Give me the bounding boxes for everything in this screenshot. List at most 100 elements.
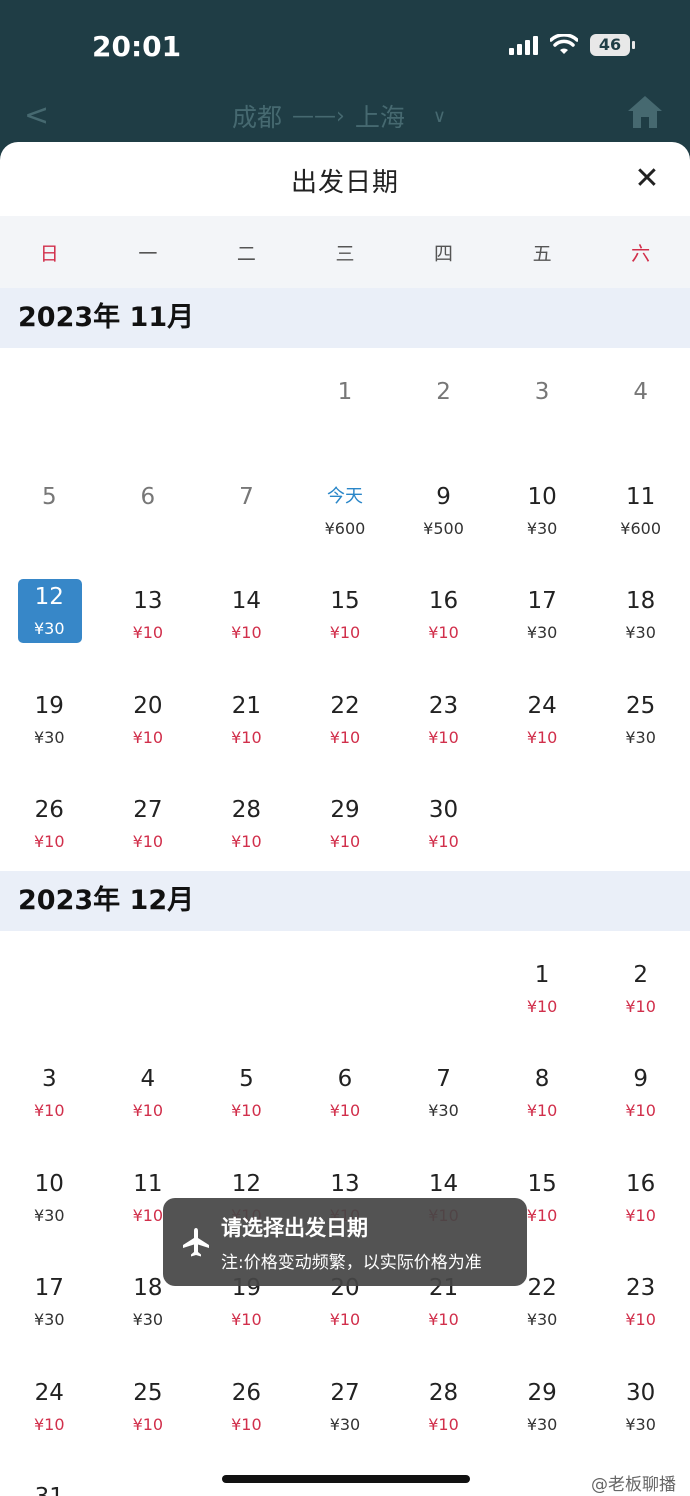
day-number: 31 xyxy=(0,1483,99,1496)
day-cell[interactable]: 8 ¥10 xyxy=(493,1035,592,1140)
day-cell[interactable]: 5 ¥10 xyxy=(197,1035,296,1140)
day-number: 25 xyxy=(626,692,656,719)
day-price: ¥10 xyxy=(231,1101,262,1120)
day-price: ¥10 xyxy=(526,996,558,1016)
day-cell[interactable]: 15 ¥10 xyxy=(296,557,395,662)
day-cell[interactable]: 6 ¥10 xyxy=(296,1035,395,1140)
empty-day-cell xyxy=(197,348,296,453)
day-cell[interactable]: 17 ¥30 xyxy=(0,1244,99,1349)
day-number: 7 xyxy=(436,1066,451,1092)
day-cell[interactable]: 3 ¥10 xyxy=(0,1035,99,1140)
back-button[interactable]: < xyxy=(24,98,49,133)
day-number: 5 xyxy=(41,483,57,510)
day-price: ¥10 xyxy=(231,623,262,642)
day-cell[interactable]: 20 ¥10 xyxy=(99,662,198,767)
chevron-down-icon: ∨ xyxy=(432,105,447,127)
today-cell[interactable]: 今天 ¥600 xyxy=(296,453,395,558)
home-icon[interactable] xyxy=(626,94,664,130)
day-price: ¥30 xyxy=(34,619,65,638)
day-cell[interactable]: 22 ¥10 xyxy=(296,662,395,767)
day-number: 3 xyxy=(534,379,550,405)
day-cell[interactable]: 30 ¥10 xyxy=(394,766,493,871)
day-number: 9 xyxy=(633,1066,648,1092)
day-number: 9 xyxy=(436,483,451,510)
day-price: ¥10 xyxy=(132,832,164,851)
day-price: ¥10 xyxy=(34,1414,65,1434)
weekday-label: 五 xyxy=(532,242,552,265)
day-cell[interactable]: 18 ¥30 xyxy=(591,557,690,662)
day-cell[interactable]: 26 ¥10 xyxy=(0,766,99,871)
day-number: 10 xyxy=(34,1170,64,1197)
empty-day-cell xyxy=(197,931,296,1036)
day-cell: 2 xyxy=(394,348,493,453)
day-number: 15 xyxy=(330,588,360,614)
day-cell[interactable]: 28 ¥10 xyxy=(197,766,296,871)
day-cell[interactable]: 25 ¥10 xyxy=(99,1349,198,1454)
day-cell[interactable]: 19 ¥30 xyxy=(0,662,99,767)
day-cell[interactable]: 23 ¥10 xyxy=(394,662,493,767)
day-cell[interactable]: 2 ¥10 xyxy=(591,931,690,1036)
day-number: 23 xyxy=(428,692,459,719)
day-price: ¥10 xyxy=(231,1414,262,1434)
empty-day-cell xyxy=(394,931,493,1036)
day-cell[interactable]: 16 ¥10 xyxy=(591,1140,690,1245)
day-cell[interactable]: 4 ¥10 xyxy=(99,1035,198,1140)
day-cell[interactable]: 28 ¥10 xyxy=(394,1349,493,1454)
day-price xyxy=(0,519,99,539)
day-price: ¥10 xyxy=(231,1310,262,1329)
day-number: 22 xyxy=(330,692,360,719)
day-cell[interactable]: 9 ¥10 xyxy=(591,1035,690,1140)
day-cell[interactable]: 14¥10 xyxy=(197,557,296,662)
day-cell[interactable]: 24 ¥10 xyxy=(0,1349,99,1454)
day-cell[interactable]: 16 ¥10 xyxy=(394,557,493,662)
day-price: ¥10 xyxy=(428,623,459,642)
day-cell[interactable]: 10 ¥30 xyxy=(0,1140,99,1245)
wifi-icon xyxy=(550,34,578,54)
day-number: 24 xyxy=(34,1379,64,1406)
day-cell[interactable]: 30 ¥30 xyxy=(591,1349,690,1454)
day-cell[interactable]: 1 ¥10 xyxy=(493,931,592,1036)
day-cell[interactable]: 27 ¥30 xyxy=(296,1349,395,1454)
day-price xyxy=(493,414,592,434)
day-cell[interactable]: 27 ¥10 xyxy=(99,766,198,871)
day-cell: 1 xyxy=(296,348,395,453)
day-cell[interactable]: 31 xyxy=(0,1453,99,1496)
signal-icon xyxy=(509,35,538,55)
day-price xyxy=(99,519,198,539)
empty-day-cell xyxy=(99,348,198,453)
day-cell[interactable]: 29 ¥30 xyxy=(493,1349,592,1454)
close-button[interactable]: ✕ xyxy=(630,162,664,196)
selected-day-cell[interactable]: 12 ¥30 xyxy=(0,557,99,662)
day-number: 5 xyxy=(239,1066,254,1092)
day-cell[interactable]: 29 ¥10 xyxy=(296,766,395,871)
day-cell[interactable]: 21 ¥10 xyxy=(197,662,296,767)
route-selector[interactable]: 成都 ——› 上海 ∨ xyxy=(232,98,446,134)
day-price: ¥10 xyxy=(625,1310,656,1329)
day-price: ¥30 xyxy=(625,1414,656,1434)
day-cell[interactable]: 23 ¥10 xyxy=(591,1244,690,1349)
day-number: 26 xyxy=(34,797,64,823)
day-number: 28 xyxy=(428,1379,459,1406)
day-cell[interactable]: 13¥10 xyxy=(99,557,198,662)
day-price: ¥30 xyxy=(34,727,65,747)
day-cell[interactable]: 11 ¥600 xyxy=(591,453,690,558)
day-price: ¥10 xyxy=(231,727,262,747)
day-number: 27 xyxy=(330,1379,360,1406)
weekday-label: 一 xyxy=(138,242,158,265)
day-cell[interactable]: 7 ¥30 xyxy=(394,1035,493,1140)
day-price: ¥10 xyxy=(329,727,361,747)
day-cell[interactable]: 10 ¥30 xyxy=(493,453,592,558)
day-number: 12 xyxy=(231,1170,262,1197)
day-cell[interactable]: 9 ¥500 xyxy=(394,453,493,558)
day-price: ¥10 xyxy=(34,1101,65,1120)
day-cell[interactable]: 25 ¥30 xyxy=(591,662,690,767)
battery-icon: 46 xyxy=(590,34,635,56)
day-number: 15 xyxy=(527,1170,557,1197)
empty-day-cell xyxy=(0,931,99,1036)
day-cell[interactable]: 17 ¥30 xyxy=(493,557,592,662)
day-price: ¥30 xyxy=(34,1310,65,1329)
day-cell[interactable]: 26 ¥10 xyxy=(197,1349,296,1454)
status-icons: 46 xyxy=(509,34,635,56)
app-header: 20:01 46 < 成都 ——› 上海 ∨ xyxy=(0,0,690,160)
day-cell[interactable]: 24 ¥10 xyxy=(493,662,592,767)
